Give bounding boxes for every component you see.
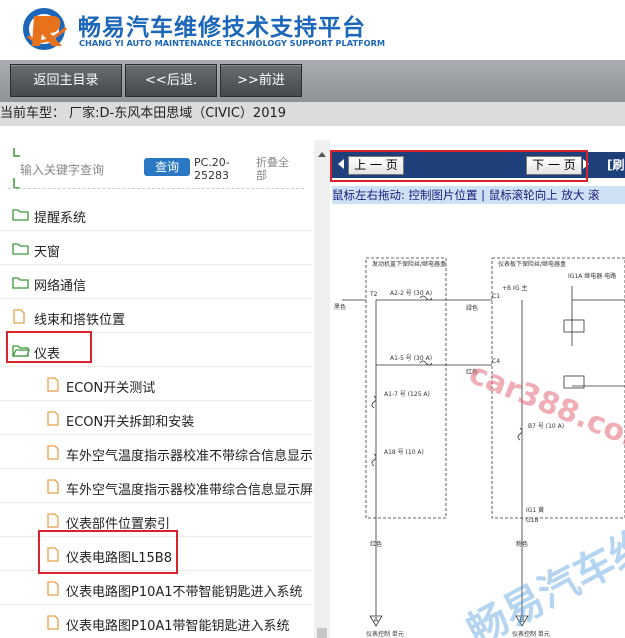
tree-item-label: ECON开关拆卸和安装 xyxy=(66,415,195,430)
collapse-all-button[interactable]: 折叠全部 xyxy=(256,156,296,182)
svg-text:IG1 黄: IG1 黄 xyxy=(526,506,544,514)
tree-item-label: 线束和搭铁位置 xyxy=(34,313,126,328)
tree-panel: 输入关键字查询 查询 PC.20-25283 折叠全部 提醒系统天窗网络通信线束… xyxy=(0,140,330,638)
tree-item[interactable]: 线束和搭铁位置 xyxy=(0,299,312,333)
tree-item[interactable]: ECON开关测试 xyxy=(0,367,312,401)
svg-text:+B IG 主: +B IG 主 xyxy=(502,284,527,292)
tree-scrollbar[interactable] xyxy=(314,140,330,638)
tree-item-label: ECON开关测试 xyxy=(66,381,156,396)
viewer-panel: 上 一 页 下 一 页 [刷 鼠标左右拖动: 控制图片位置 | 鼠标滚轮向上 放… xyxy=(330,140,625,638)
document-icon xyxy=(47,479,59,494)
svg-text:G18: G18 xyxy=(526,517,538,524)
tree-item[interactable]: 车外空气温度指示器校准带综合信息显示屏 xyxy=(0,469,314,503)
viewer-hint: 鼠标左右拖动: 控制图片位置 | 鼠标滚轮向上 放大 滚 xyxy=(332,186,625,204)
tree-item[interactable]: 天窗 xyxy=(0,231,312,265)
tree-item-label: 仪表电路图P10A1带智能钥匙进入系统 xyxy=(66,619,290,634)
divider xyxy=(8,188,304,189)
current-model-label: 当前车型： 厂家:D-东风本田思域（CIVIC）2019 xyxy=(0,106,287,121)
folder-icon xyxy=(12,277,29,289)
back-button[interactable]: <<后退. xyxy=(125,64,217,97)
scroll-up-icon[interactable] xyxy=(318,152,326,157)
scroll-thumb[interactable] xyxy=(317,628,327,638)
left-fuse-box xyxy=(365,257,447,519)
refresh-link[interactable]: [刷 xyxy=(607,156,625,173)
folder-icon xyxy=(12,209,29,221)
tree-item[interactable]: 仪表电路图P10A1不带智能钥匙进入系统 xyxy=(0,571,312,605)
tree-item-label: 仪表电路图P10A1不带智能钥匙进入系统 xyxy=(66,585,303,600)
tree-item-label: 天窗 xyxy=(34,245,61,260)
right-box-label: 仪表板下保险丝/继电器盒 xyxy=(498,260,566,268)
app-subtitle: CHANG YI AUTO MAINTENANCE TECHNOLOGY SUP… xyxy=(79,38,386,48)
folder-icon xyxy=(12,243,29,255)
home-button[interactable]: 返回主目录 xyxy=(10,64,122,97)
svg-text:A: A xyxy=(374,616,379,624)
search-button[interactable]: 查询 xyxy=(144,158,190,176)
tree-item[interactable]: 车外空气温度指示器校准不带综合信息显示 xyxy=(0,435,314,469)
svg-text:IG1A 继电器 电路: IG1A 继电器 电路 xyxy=(568,272,616,280)
document-icon xyxy=(47,581,59,596)
pc-code: PC.20-25283 xyxy=(194,156,230,182)
search-row: 输入关键字查询 查询 PC.20-25283 折叠全部 xyxy=(0,148,330,189)
search-input[interactable]: 输入关键字查询 xyxy=(20,161,104,178)
tree-item[interactable]: 网络通信 xyxy=(0,265,312,299)
current-model-bar: 当前车型： 厂家:D-东风本田思域（CIVIC）2019 xyxy=(0,102,625,126)
document-icon xyxy=(47,411,59,426)
svg-text:红色: 红色 xyxy=(370,540,382,548)
svg-text:A18 号 (10 A): A18 号 (10 A) xyxy=(384,449,424,456)
document-icon xyxy=(47,377,59,392)
watermark: car388.com xyxy=(464,356,625,462)
svg-text:绿色: 绿色 xyxy=(466,304,478,312)
document-icon xyxy=(47,445,59,460)
forward-button[interactable]: >>前进 xyxy=(220,64,302,97)
svg-text:粉色: 粉色 xyxy=(516,540,528,548)
app-header: 畅易汽车维修技术支持平台 CHANG YI AUTO MAINTENANCE T… xyxy=(0,0,625,60)
document-icon xyxy=(47,513,59,528)
app-title: 畅易汽车维修技术支持平台 xyxy=(78,15,366,41)
left-box-label: 发动机盖下保险丝/继电器盒 xyxy=(372,260,446,268)
tree-item-label: 提醒系统 xyxy=(34,211,87,226)
tree-item-label: 车外空气温度指示器校准带综合信息显示屏 xyxy=(66,483,314,498)
circuit-diagram[interactable]: 发动机盖下保险丝/继电器盒 仪表板下保险丝/继电器盒 T2 黑色 A2-2 号 … xyxy=(332,206,625,638)
watermark-brand: 畅易汽车维 xyxy=(460,520,625,638)
document-icon xyxy=(13,309,25,324)
document-icon xyxy=(47,615,59,630)
svg-text:A1-5 号 (30 A): A1-5 号 (30 A) xyxy=(390,355,432,362)
svg-text:A2-2 号 (30 A): A2-2 号 (30 A) xyxy=(390,290,432,297)
tree-item[interactable]: ECON开关拆卸和安装 xyxy=(0,401,312,435)
tree-item-label: 网络通信 xyxy=(34,279,87,294)
tree-item[interactable]: 提醒系统 xyxy=(0,197,312,231)
svg-text:仪表控制 单元: 仪表控制 单元 xyxy=(366,630,404,638)
svg-text:C1: C1 xyxy=(492,293,500,300)
tree-item[interactable]: 仪表电路图P10A1带智能钥匙进入系统 xyxy=(0,605,312,638)
highlight-box-circuit xyxy=(38,530,178,574)
svg-text:黑色: 黑色 xyxy=(334,303,346,311)
app-logo-icon xyxy=(23,8,68,50)
pager-highlight-box xyxy=(330,150,588,182)
svg-text:T2: T2 xyxy=(369,291,378,298)
nav-toolbar: 返回主目录 <<后退. >>前进 xyxy=(0,60,625,102)
tree-item-label: 车外空气温度指示器校准不带综合信息显示 xyxy=(66,449,314,464)
highlight-box-meter xyxy=(6,331,92,363)
svg-text:A1-7 号 (125 A): A1-7 号 (125 A) xyxy=(384,391,430,398)
